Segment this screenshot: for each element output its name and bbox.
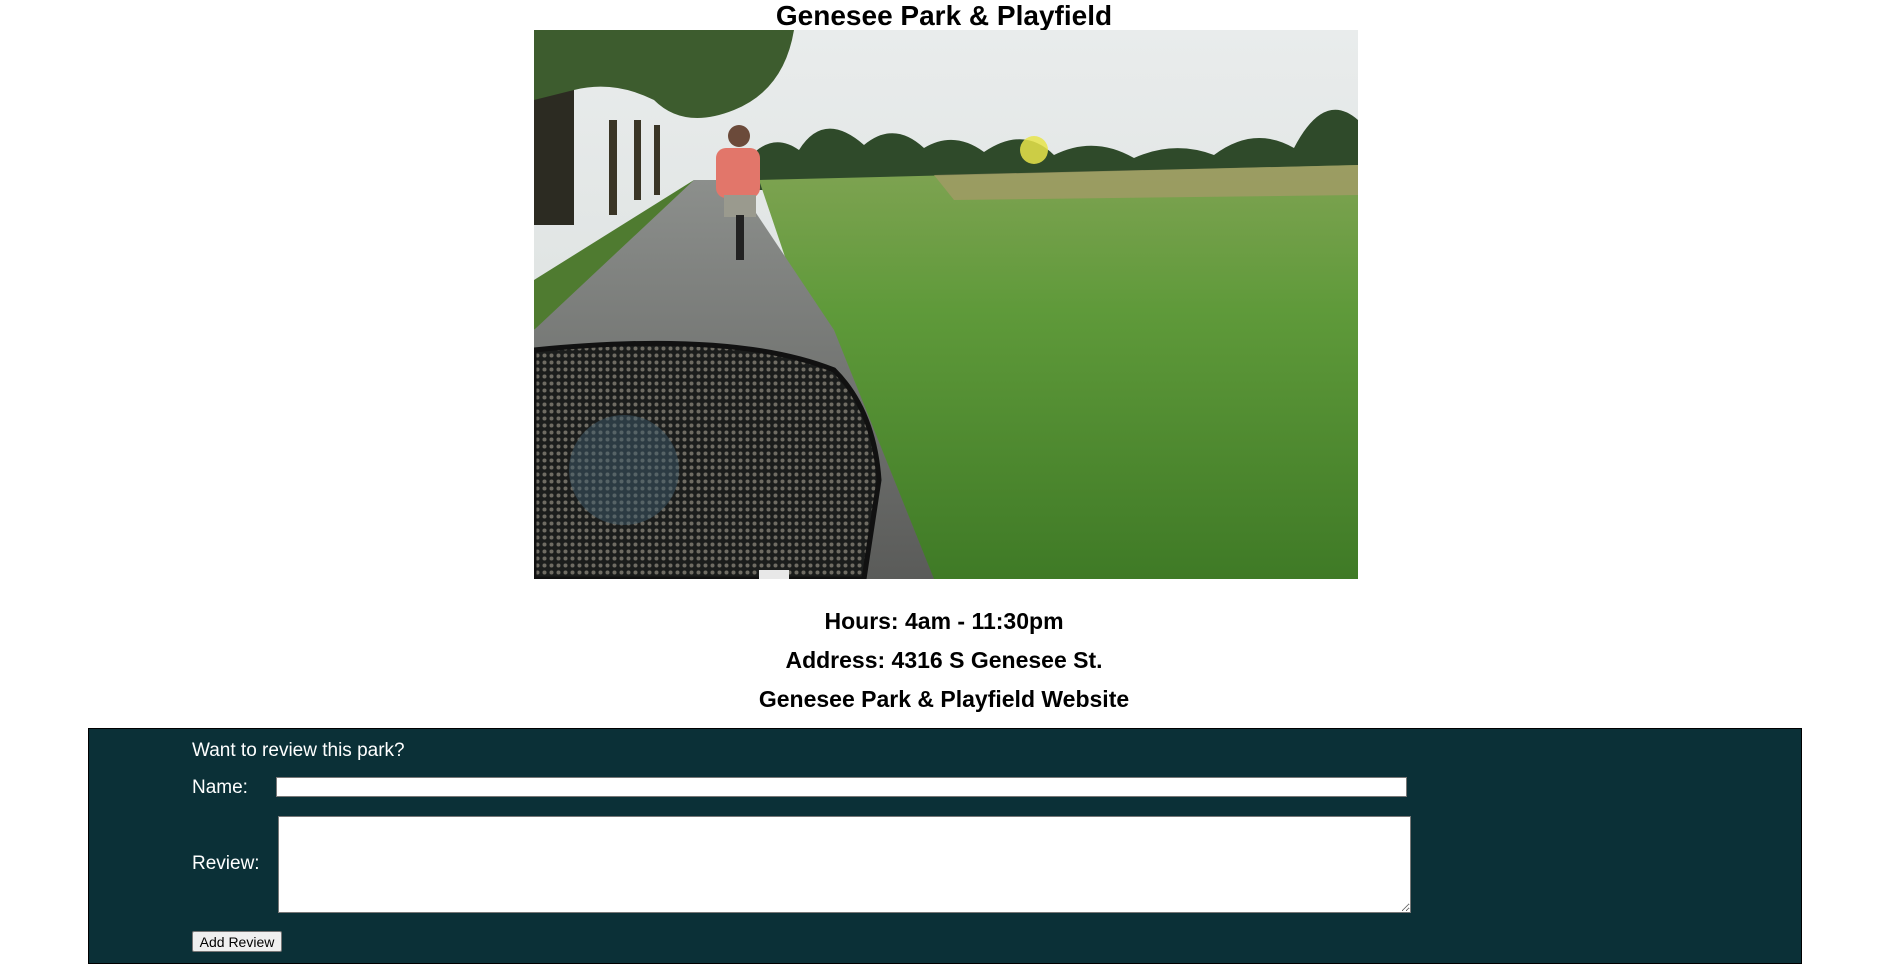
- park-address: Address: 4316 S Genesee St.: [785, 647, 1103, 673]
- park-photo-image: [534, 30, 1358, 579]
- add-review-button[interactable]: Add Review: [192, 931, 282, 952]
- review-textarea[interactable]: [278, 816, 1411, 913]
- park-page: Genesee Park & Playfield Hours: 4am - 11…: [0, 0, 1888, 974]
- name-input[interactable]: [276, 777, 1407, 797]
- park-hours: Hours: 4am - 11:30pm: [824, 608, 1064, 634]
- park-photo: [534, 30, 1358, 579]
- name-label: Name:: [192, 777, 248, 798]
- review-label: Review:: [192, 853, 260, 874]
- park-website-link[interactable]: Genesee Park & Playfield Website: [0, 685, 1888, 713]
- page-title: Genesee Park & Playfield: [775, 0, 1113, 31]
- review-form-panel: Want to review this park? Name: Review: …: [88, 728, 1802, 964]
- review-prompt: Want to review this park?: [192, 740, 405, 761]
